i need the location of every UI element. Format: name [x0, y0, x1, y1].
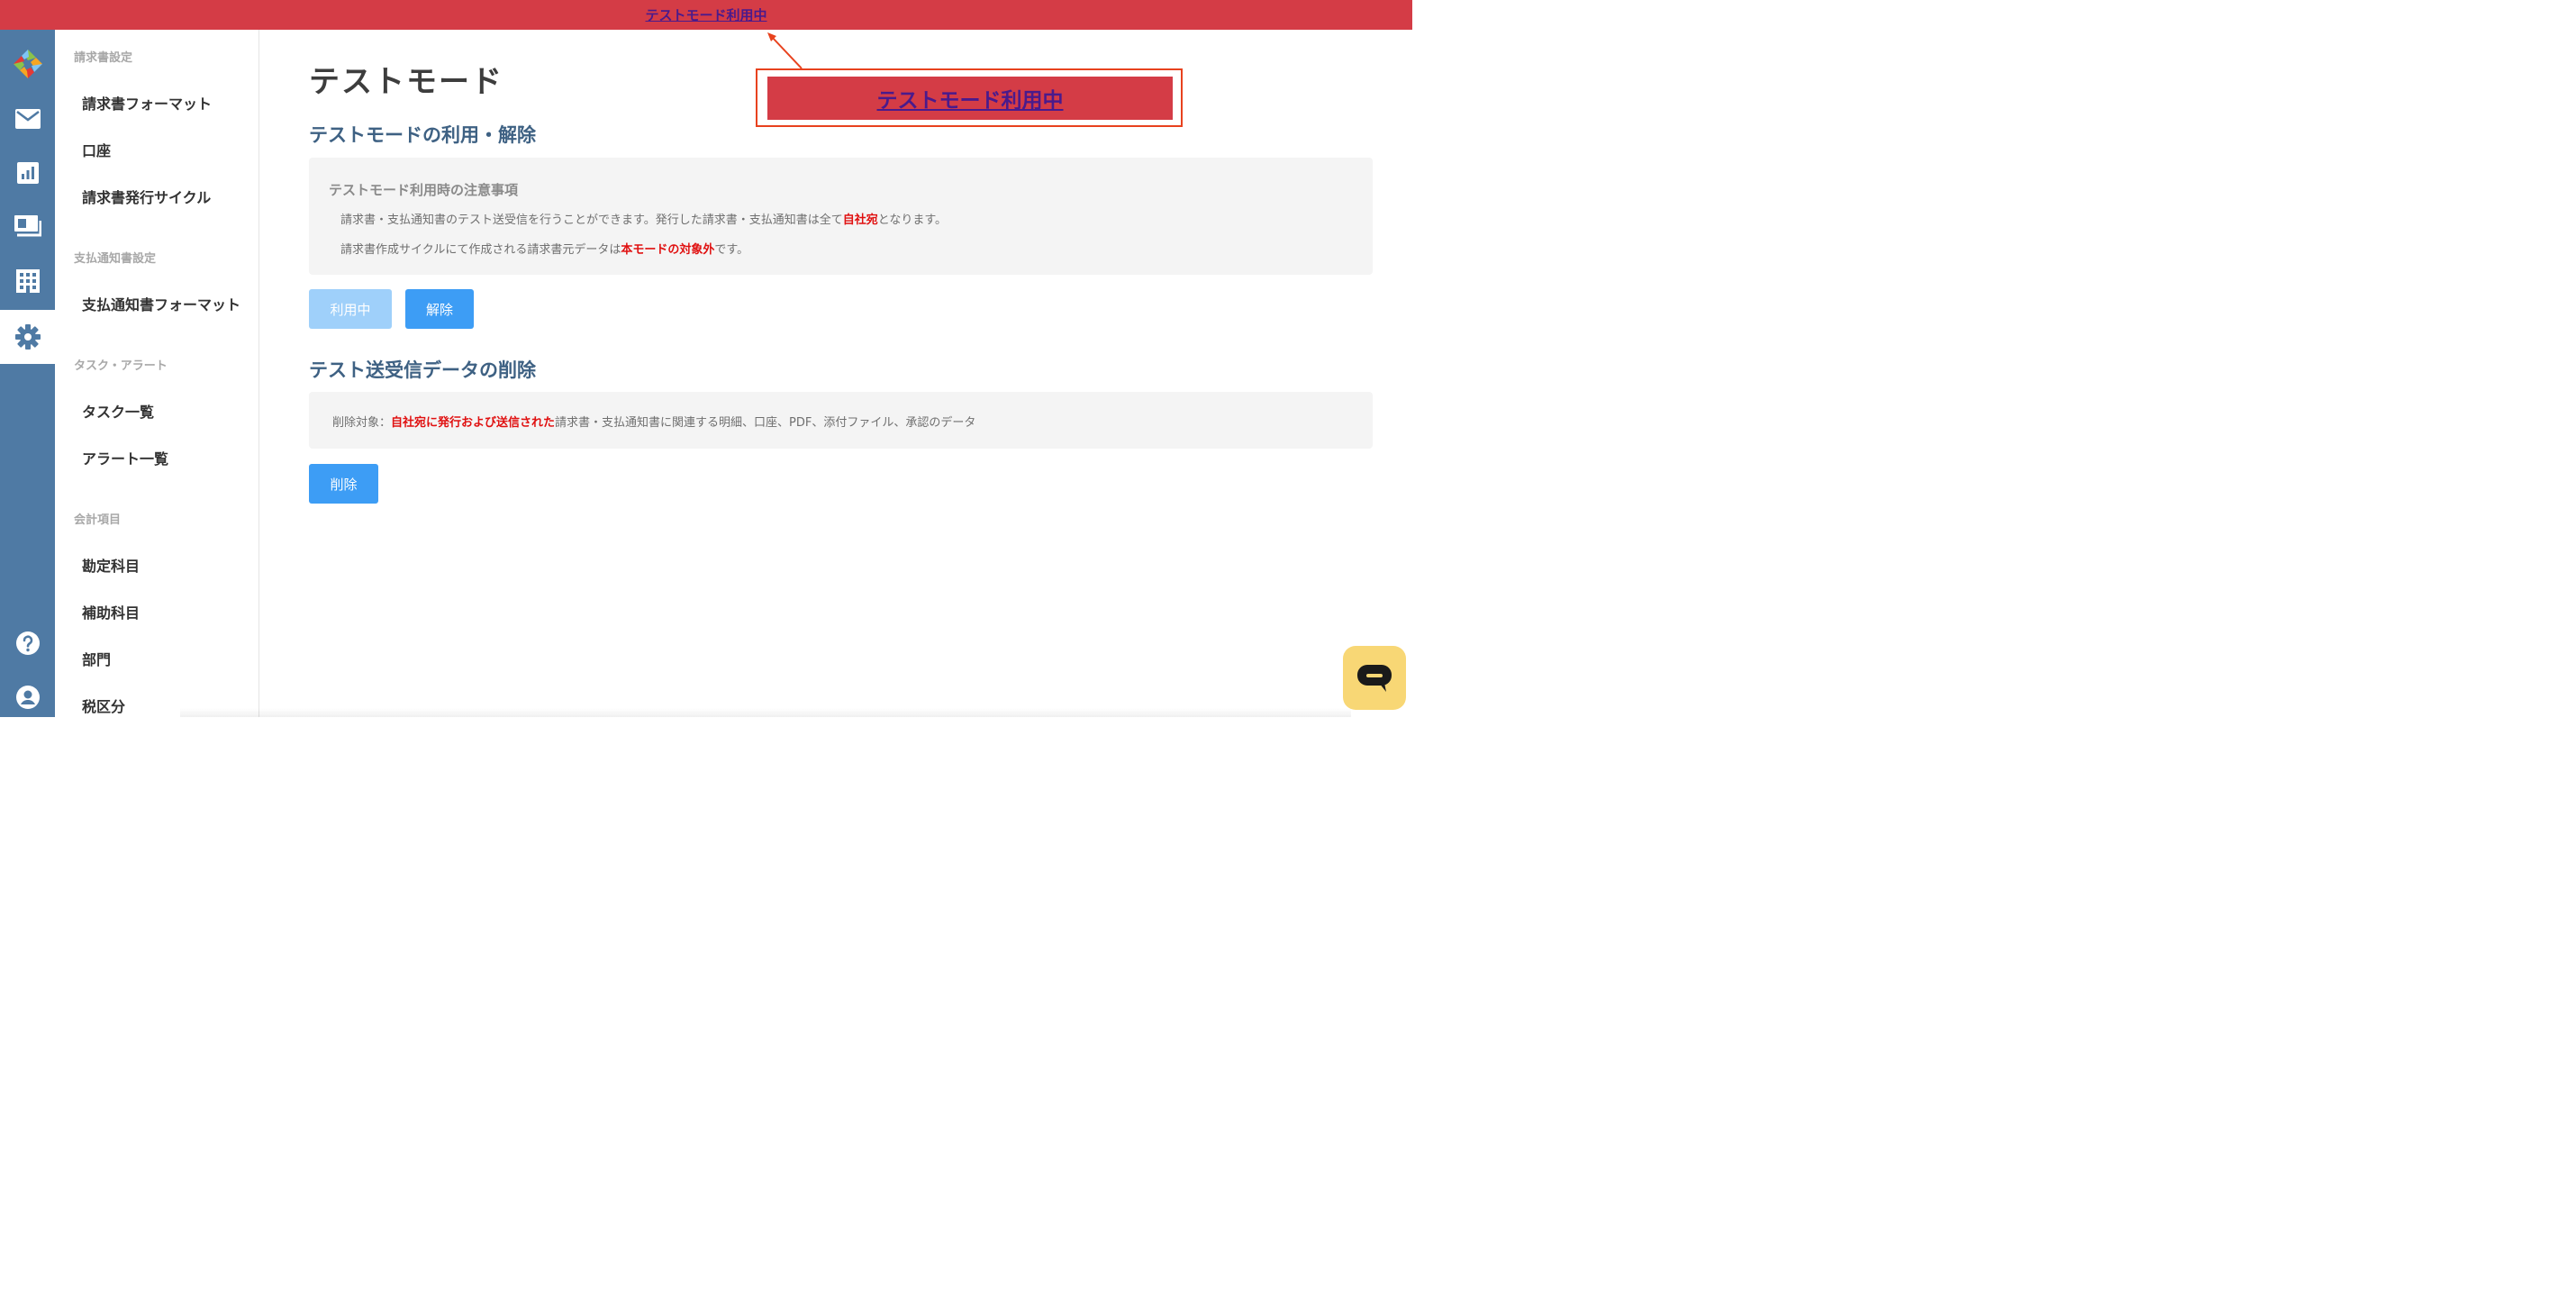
delete-target-emphasis: 自社宛に発行および送信された — [391, 416, 556, 430]
sidebar-item-bank-account[interactable]: 口座 — [82, 139, 111, 160]
building-icon — [15, 269, 40, 293]
sidebar-group-accounting: 会計項目 — [74, 513, 122, 527]
rail-item-account[interactable] — [0, 670, 55, 724]
sidebar-item-departments[interactable]: 部門 — [82, 648, 111, 669]
annotation-callout: テストモード利用中 — [756, 68, 1183, 127]
rail-item-reports[interactable] — [0, 146, 55, 200]
callout-banner: テストモード利用中 — [767, 77, 1173, 120]
notice-line-1: 請求書・支払通知書のテスト送受信を行うことができます。発行した請求書・支払通知書… — [340, 210, 947, 227]
rail-item-settings[interactable] — [0, 310, 55, 364]
sidebar-group-invoice: 請求書設定 — [74, 51, 133, 65]
notice-panel: テストモード利用時の注意事項 請求書・支払通知書のテスト送受信を行うことができま… — [309, 158, 1373, 275]
app-root: テストモード利用中 請求書設定 請求書フォーマット 口座 請求書発行サイクル 支… — [0, 0, 1412, 717]
section-title-toggle: テストモードの利用・解除 — [309, 124, 536, 146]
sidebar-item-tax-categories[interactable]: 税区分 — [82, 695, 125, 716]
delete-target-line: 削除対象：自社宛に発行および送信された請求書・支払通知書に関連する明細、口座、P… — [332, 413, 975, 430]
bottom-shadow — [180, 708, 1351, 717]
gear-icon — [14, 324, 41, 350]
delete-panel: 削除対象：自社宛に発行および送信された請求書・支払通知書に関連する明細、口座、P… — [309, 392, 1373, 449]
settings-sidebar: 請求書設定 請求書フォーマット 口座 請求書発行サイクル 支払通知書設定 支払通… — [55, 30, 259, 717]
chart-icon — [16, 162, 39, 184]
sidebar-item-task-list[interactable]: タスク一覧 — [82, 400, 154, 422]
payment-icon — [14, 215, 41, 237]
main-content: テストモード テストモードの利用・解除 テストモード利用時の注意事項 請求書・支… — [259, 30, 1412, 717]
callout-label: テストモード利用中 — [876, 89, 1064, 113]
rail-item-mail[interactable] — [0, 92, 55, 146]
delete-button[interactable]: 削除 — [309, 464, 378, 504]
test-mode-banner-link[interactable]: テストモード利用中 — [645, 5, 766, 24]
notice-line-1-tail: となります。 — [877, 213, 948, 227]
annotation-arrow-icon — [767, 32, 803, 69]
release-button[interactable]: 解除 — [405, 289, 474, 329]
test-mode-banner: テストモード利用中 — [0, 0, 1412, 30]
app-logo[interactable] — [0, 37, 55, 91]
delete-target-text: 請求書・支払通知書に関連する明細、口座、PDF、添付ファイル、承認のデータ — [555, 416, 976, 430]
rail-item-payments[interactable] — [0, 200, 55, 254]
sidebar-item-payment-notice-format[interactable]: 支払通知書フォーマット — [82, 293, 240, 314]
sidebar-item-account-titles[interactable]: 勘定科目 — [82, 554, 140, 576]
sidebar-group-payment-notice: 支払通知書設定 — [74, 252, 157, 266]
user-icon — [15, 686, 40, 709]
sidebar-item-invoice-format[interactable]: 請求書フォーマット — [82, 92, 212, 114]
icon-rail — [0, 30, 55, 717]
notice-line-2: 請求書作成サイクルにて作成される請求書元データは本モードの対象外です。 — [340, 240, 748, 257]
sidebar-item-sub-accounts[interactable]: 補助科目 — [82, 601, 140, 622]
sidebar-item-alert-list[interactable]: アラート一覧 — [82, 447, 168, 468]
sidebar-group-tasks-alerts: タスク・アラート — [74, 359, 168, 373]
section-title-delete: テスト送受信データの削除 — [309, 359, 536, 381]
notice-line-2-emphasis: 本モードの対象外 — [621, 243, 715, 257]
page-title: テストモード — [309, 64, 503, 100]
notice-line-1-emphasis: 自社宛 — [842, 213, 878, 227]
chat-icon — [1357, 664, 1392, 692]
delete-target-label: 削除対象： — [332, 416, 392, 430]
rail-item-company[interactable] — [0, 254, 55, 308]
notice-line-2-text: 請求書作成サイクルにて作成される請求書元データは — [340, 243, 621, 257]
notice-line-2-tail: です。 — [714, 243, 749, 257]
mail-icon — [14, 109, 41, 129]
chat-widget-button[interactable] — [1343, 646, 1406, 710]
help-icon — [15, 631, 40, 655]
sidebar-item-invoice-cycle[interactable]: 請求書発行サイクル — [82, 186, 211, 207]
in-use-button: 利用中 — [309, 289, 392, 329]
notice-line-1-text: 請求書・支払通知書のテスト送受信を行うことができます。発行した請求書・支払通知書… — [340, 213, 843, 227]
logo-icon — [13, 50, 42, 78]
rail-item-help[interactable] — [0, 616, 55, 670]
notice-heading: テストモード利用時の注意事項 — [329, 182, 519, 198]
